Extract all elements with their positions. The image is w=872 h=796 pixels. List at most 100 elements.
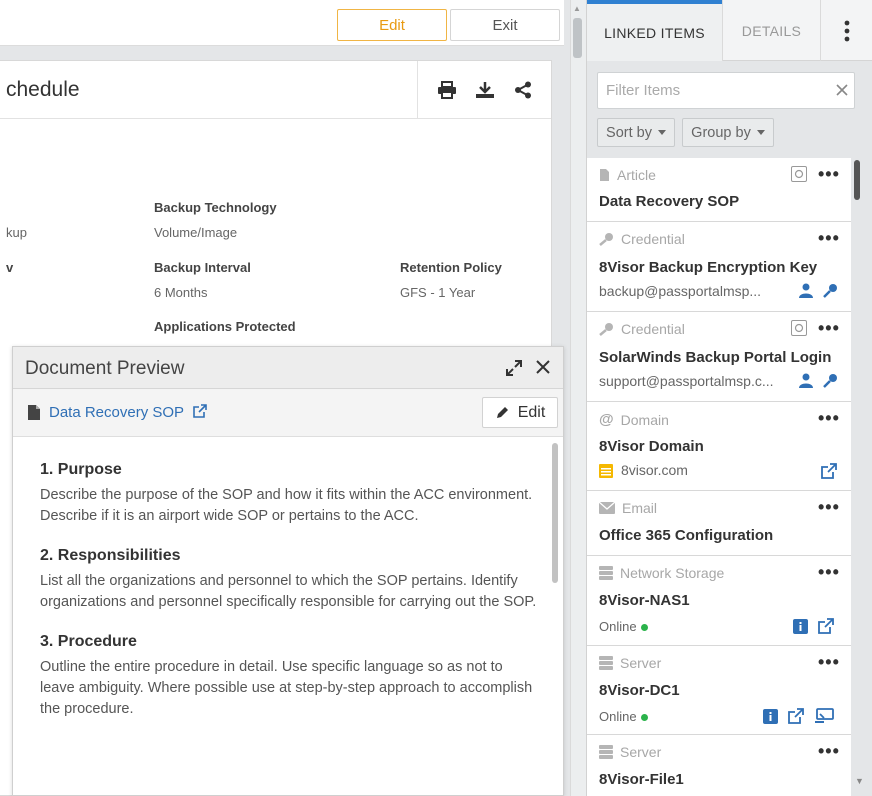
list-scrollbar[interactable] xyxy=(851,158,872,796)
document-icon xyxy=(600,169,609,181)
download-icon[interactable] xyxy=(475,81,495,99)
share-icon[interactable] xyxy=(514,81,532,99)
more-options-icon[interactable]: ••• xyxy=(818,319,840,337)
more-options-icon[interactable]: ••• xyxy=(818,653,840,671)
more-options-icon[interactable]: ••• xyxy=(818,229,840,247)
linked-items-panel: LINKED ITEMS DETAILS Sort by Group by Ar… xyxy=(586,0,872,796)
user-icon[interactable] xyxy=(799,283,813,298)
list-item[interactable]: Server ••• 8Visor-File1 xyxy=(587,735,851,796)
key-icon xyxy=(599,323,613,336)
external-link-icon[interactable] xyxy=(788,708,804,724)
more-options-icon[interactable]: ••• xyxy=(818,498,840,516)
main-scrollbar[interactable] xyxy=(570,0,586,796)
document-actions xyxy=(417,61,551,119)
item-icons xyxy=(799,373,838,388)
close-icon[interactable] xyxy=(534,358,552,381)
restricted-icon xyxy=(791,320,807,336)
preview-document-link[interactable]: Data Recovery SOP xyxy=(49,404,184,421)
at-icon: @ xyxy=(599,411,614,428)
list-item[interactable]: Email ••• Office 365 Configuration xyxy=(587,491,851,556)
list-item[interactable]: @ Domain ••• 8Visor Domain 8visor.com xyxy=(587,402,851,491)
more-options-icon[interactable]: ••• xyxy=(818,165,840,183)
group-by-dropdown[interactable]: Group by xyxy=(682,118,774,147)
document-title: chedule xyxy=(6,78,80,101)
kebab-menu-icon[interactable] xyxy=(820,0,872,61)
applications-protected-label: Applications Protected xyxy=(154,319,296,334)
filter-box xyxy=(597,72,855,109)
key-icon[interactable] xyxy=(823,283,838,298)
caret-down-icon xyxy=(756,130,765,135)
group-by-label: Group by xyxy=(691,124,751,141)
external-link-icon[interactable] xyxy=(821,463,837,479)
main-scrollbar-thumb[interactable] xyxy=(573,18,582,58)
preview-doc-bar: Data Recovery SOP Edit xyxy=(13,389,563,437)
backup-interval-label: Backup Interval xyxy=(154,260,251,275)
sort-by-dropdown[interactable]: Sort by xyxy=(597,118,675,147)
item-type: Email xyxy=(599,500,657,516)
expand-icon[interactable] xyxy=(505,359,523,382)
item-title[interactable]: 8Visor-DC1 xyxy=(599,682,680,699)
section-heading: 1. Purpose xyxy=(40,461,122,478)
section-text: Outline the entire procedure in detail. … xyxy=(40,659,533,717)
list-item[interactable]: Credential ••• 8Visor Backup Encryption … xyxy=(587,222,851,312)
caret-down-icon xyxy=(657,130,666,135)
tab-linked-items[interactable]: LINKED ITEMS xyxy=(587,0,722,61)
calendar-icon xyxy=(599,463,613,478)
external-link-icon[interactable] xyxy=(193,404,207,423)
key-icon[interactable] xyxy=(823,373,838,388)
item-title[interactable]: SolarWinds Backup Portal Login xyxy=(599,349,831,366)
backup-type-value: kup xyxy=(6,225,27,240)
pencil-icon xyxy=(496,407,508,418)
backup-technology-label: Backup Technology xyxy=(154,200,277,215)
info-icon[interactable] xyxy=(763,708,778,724)
external-link-icon[interactable] xyxy=(818,618,834,634)
exit-button[interactable]: Exit xyxy=(450,9,560,41)
retention-policy-value: GFS - 1 Year xyxy=(400,285,476,300)
server-icon xyxy=(599,745,613,759)
info-icon[interactable] xyxy=(793,618,808,634)
item-icons xyxy=(793,618,834,634)
more-options-icon[interactable]: ••• xyxy=(818,742,840,760)
more-options-icon[interactable]: ••• xyxy=(818,409,840,427)
panel-tabs: LINKED ITEMS DETAILS xyxy=(587,0,872,61)
preview-edit-label: Edit xyxy=(517,403,546,421)
edit-button[interactable]: Edit xyxy=(337,9,447,41)
item-title[interactable]: Data Recovery SOP xyxy=(599,193,739,210)
list-item[interactable]: Credential ••• SolarWinds Backup Portal … xyxy=(587,312,851,402)
item-icons xyxy=(821,463,837,479)
item-status: Online xyxy=(599,709,648,724)
item-username: backup@passportalmsp... xyxy=(599,283,762,299)
restricted-icon xyxy=(791,166,807,182)
scroll-up-icon[interactable]: ▲ xyxy=(573,4,581,13)
more-options-icon[interactable]: ••• xyxy=(818,563,840,581)
section-text: Describe the purpose of the SOP and how … xyxy=(40,487,533,524)
document-preview-panel: Document Preview Data Recovery SOP Edit … xyxy=(12,346,564,796)
list-item[interactable]: Article ••• Data Recovery SOP xyxy=(587,158,851,222)
user-icon[interactable] xyxy=(799,373,813,388)
section-text: List all the organizations and personnel… xyxy=(40,573,537,610)
preview-scrollbar-thumb[interactable] xyxy=(552,443,558,583)
print-icon[interactable] xyxy=(437,81,457,99)
item-title[interactable]: 8Visor Backup Encryption Key xyxy=(599,259,817,276)
item-title[interactable]: 8Visor Domain xyxy=(599,438,704,455)
list-item[interactable]: Network Storage ••• 8Visor-NAS1 Online xyxy=(587,556,851,646)
scroll-down-icon[interactable]: ▼ xyxy=(855,776,864,786)
envelope-icon xyxy=(599,502,615,514)
item-type: Article xyxy=(599,167,656,183)
list-item[interactable]: Server ••• 8Visor-DC1 Online xyxy=(587,646,851,735)
preview-edit-button[interactable]: Edit xyxy=(482,397,558,428)
online-status-icon xyxy=(640,714,648,722)
item-type: Credential xyxy=(599,321,685,337)
preview-header: Document Preview xyxy=(13,347,563,389)
item-title[interactable]: Office 365 Configuration xyxy=(599,527,773,544)
online-status-icon xyxy=(640,624,648,632)
list-scrollbar-thumb[interactable] xyxy=(854,160,860,200)
item-title[interactable]: 8Visor-NAS1 xyxy=(599,592,690,609)
item-title[interactable]: 8Visor-File1 xyxy=(599,771,684,788)
filter-input[interactable] xyxy=(598,73,828,108)
clear-icon[interactable] xyxy=(835,83,849,102)
item-type: Credential xyxy=(599,231,685,247)
item-icons xyxy=(763,708,834,724)
tab-details[interactable]: DETAILS xyxy=(722,0,820,61)
remote-desktop-icon[interactable] xyxy=(814,708,834,724)
